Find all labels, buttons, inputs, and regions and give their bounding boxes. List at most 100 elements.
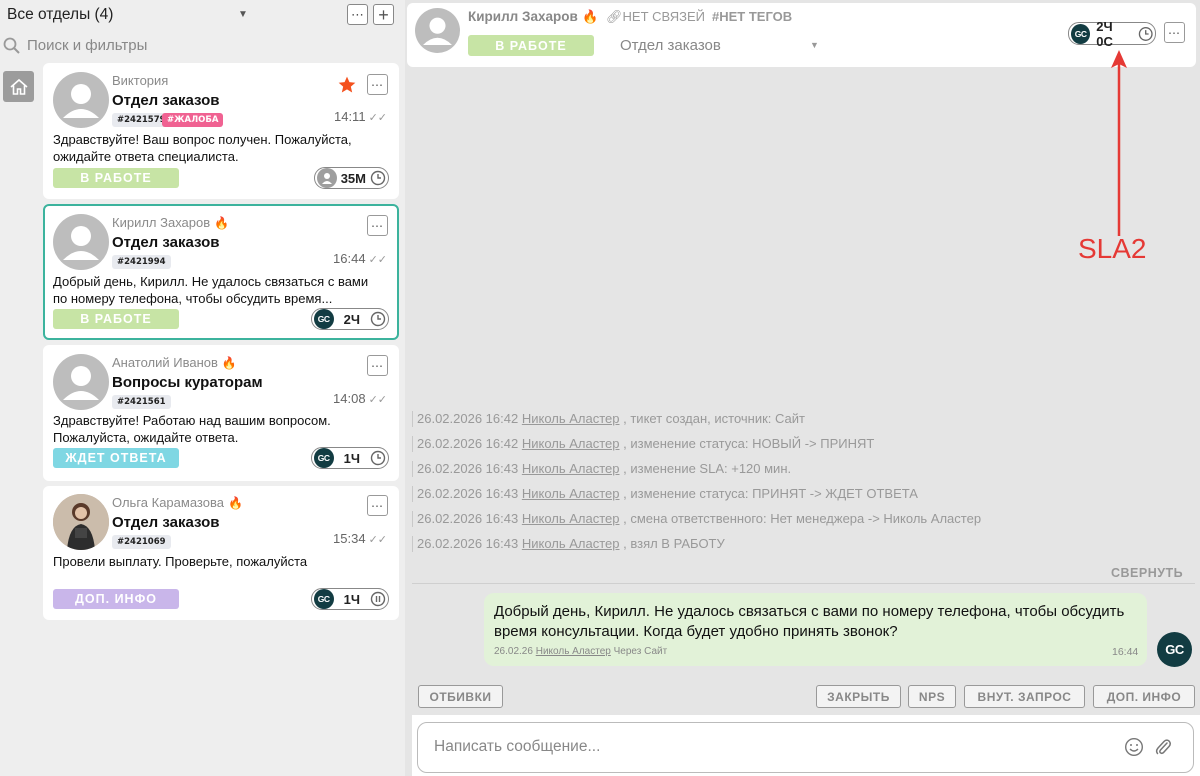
log-user-link[interactable]: Николь Аластер: [522, 486, 620, 501]
log-user-link[interactable]: Николь Аластер: [522, 461, 620, 476]
department-select[interactable]: Отдел заказов: [620, 37, 721, 54]
log-user-link[interactable]: Николь Аластер: [522, 436, 620, 451]
annotation-label: SLA2: [1078, 233, 1147, 264]
more-options-button[interactable]: ⋯: [347, 4, 368, 25]
client-name: Виктория: [112, 73, 169, 88]
home-icon: [9, 78, 28, 95]
client-name: Кирилл Захаров: [468, 9, 578, 24]
ticket-preview: Здравствуйте! Ваш вопрос получен. Пожалу…: [53, 132, 352, 164]
fire-icon: 🔥: [214, 216, 230, 230]
left-rail: [0, 110, 39, 776]
ticket-time: 15:34 ✓✓: [333, 531, 387, 546]
message-input-placeholder: Написать сообщение...: [434, 738, 601, 755]
double-check-icon: ✓✓: [368, 394, 387, 406]
fire-icon: 🔥: [227, 496, 243, 510]
annotation-arrow: [1111, 50, 1127, 236]
log-date: 26.02.2026 16:43: [417, 486, 519, 501]
more-options-button[interactable]: ⋯: [367, 215, 388, 236]
collapse-button[interactable]: СВЕРНУТЬ: [1111, 566, 1183, 580]
avatar-photo: [53, 494, 109, 550]
sla-timer: 35М: [313, 167, 389, 189]
log-user-link[interactable]: Николь Аластер: [522, 511, 620, 526]
log-user-link[interactable]: Николь Аластер: [522, 536, 620, 551]
sla-value: 2Ч 0С: [1096, 18, 1113, 49]
log-date: 26.02.2026 16:43: [417, 536, 519, 551]
more-options-button[interactable]: ⋯: [367, 495, 388, 516]
internal-request-button[interactable]: ВНУТ. ЗАПРОС: [964, 685, 1085, 708]
home-button[interactable]: [3, 71, 34, 102]
ticket-time: 16:44 ✓✓: [333, 251, 387, 266]
chevron-down-icon[interactable]: ▼: [810, 40, 819, 50]
emoji-icon[interactable]: [1124, 737, 1144, 757]
message-author-link[interactable]: Николь Аластер: [536, 646, 611, 657]
more-options-button[interactable]: ⋯: [1164, 22, 1185, 43]
log-text: , смена ответственного: Нет менеджера ->…: [623, 511, 982, 526]
status-select[interactable]: В РАБОТЕ: [468, 35, 594, 56]
clock-icon: [370, 450, 386, 466]
log-user-link[interactable]: Николь Аластер: [522, 411, 620, 426]
more-options-button[interactable]: ⋯: [367, 74, 388, 95]
ticket-department: Вопросы кураторам: [112, 374, 263, 391]
more-info-button[interactable]: ДОП. ИНФО: [1093, 685, 1195, 708]
log-entry: 26.02.2026 16:42 Николь Аластер , тикет …: [412, 411, 805, 427]
agent-avatar: GC: [313, 309, 334, 329]
message-text: Добрый день, Кирилл. Не удалось связатьс…: [494, 603, 1125, 640]
department-filter-title[interactable]: Все отделы (4): [7, 6, 113, 24]
search-icon[interactable]: [3, 37, 21, 55]
ticket-preview: Добрый день, Кирилл. Не удалось связатьс…: [53, 274, 369, 306]
replies-button[interactable]: ОТБИВКИ: [418, 685, 503, 708]
ticket-time: 14:08 ✓✓: [333, 391, 387, 406]
sla-value: 2Ч: [343, 311, 360, 327]
sla-timer: GC 1Ч: [310, 447, 389, 469]
close-ticket-button[interactable]: ЗАКРЫТЬ: [816, 685, 901, 708]
add-button[interactable]: +: [373, 4, 394, 25]
client-name: Кирилл Захаров 🔥: [112, 215, 230, 230]
avatar: [53, 354, 109, 410]
links-field[interactable]: 🔗︎НЕТ СВЯЗЕЙ: [606, 9, 705, 25]
client-name: Анатолий Иванов 🔥: [112, 355, 237, 370]
ticket-card[interactable]: Виктория Отдел заказов #2421579 #ЖАЛОБА …: [43, 63, 399, 199]
client-name: Ольга Карамазова 🔥: [112, 495, 243, 510]
ticket-department: Отдел заказов: [112, 514, 220, 531]
avatar: [415, 8, 460, 53]
status-badge: В РАБОТЕ: [53, 309, 179, 329]
nps-button[interactable]: NPS: [908, 685, 956, 708]
log-date: 26.02.2026 16:43: [417, 511, 519, 526]
ticket-id-tag: #2421069: [112, 535, 171, 549]
log-text: , тикет создан, источник: Сайт: [623, 411, 806, 426]
ticket-id-tag: #2421994: [112, 255, 171, 269]
sla-timer-header: GC 2Ч 0С: [1068, 19, 1156, 49]
attach-icon[interactable]: [1154, 737, 1172, 757]
ticket-card[interactable]: Анатолий Иванов 🔥 Вопросы кураторам #2421…: [43, 345, 399, 481]
ticket-id-tag: #2421561: [112, 395, 171, 409]
more-options-button[interactable]: ⋯: [367, 355, 388, 376]
ticket-card[interactable]: Ольга Карамазова 🔥 Отдел заказов #2421069…: [43, 486, 399, 620]
sla-value: 1Ч: [343, 450, 360, 466]
sla-timer: GC 2Ч: [310, 308, 389, 330]
clock-icon: [1138, 26, 1153, 41]
sla-value: 1Ч: [343, 591, 360, 607]
log-date: 26.02.2026 16:43: [417, 461, 519, 476]
ticket-card-selected[interactable]: Кирилл Захаров 🔥 Отдел заказов #2421994 ⋯…: [43, 204, 399, 340]
double-check-icon: ✓✓: [368, 534, 387, 546]
message-meta: 26.02.26 Николь Аластер Через Сайт: [494, 646, 668, 657]
tags-field[interactable]: #НЕТ ТЕГОВ: [712, 9, 792, 24]
log-entry: 26.02.2026 16:43 Николь Аластер , смена …: [412, 511, 981, 527]
log-date: 26.02.2026 16:42: [417, 411, 519, 426]
log-text: , изменение статуса: НОВЫЙ -> ПРИНЯТ: [623, 436, 875, 451]
divider: [412, 583, 1195, 584]
complaint-tag: #ЖАЛОБА: [162, 113, 224, 127]
fire-icon: 🔥: [582, 9, 599, 24]
avatar: [53, 72, 109, 128]
log-entry: 26.02.2026 16:43 Николь Аластер , измене…: [412, 486, 918, 502]
agent-avatar: GC: [313, 448, 334, 468]
star-icon[interactable]: [337, 75, 357, 95]
link-icon: 🔗︎: [606, 9, 623, 24]
status-badge: ЖДЕТ ОТВЕТА: [53, 448, 179, 468]
clock-icon: [370, 311, 386, 327]
avatar: [53, 214, 109, 270]
chevron-down-icon[interactable]: ▼: [238, 9, 248, 20]
search-input[interactable]: Поиск и фильтры: [27, 37, 147, 54]
fire-icon: 🔥: [221, 356, 237, 370]
message-time: 16:44: [1112, 646, 1139, 658]
